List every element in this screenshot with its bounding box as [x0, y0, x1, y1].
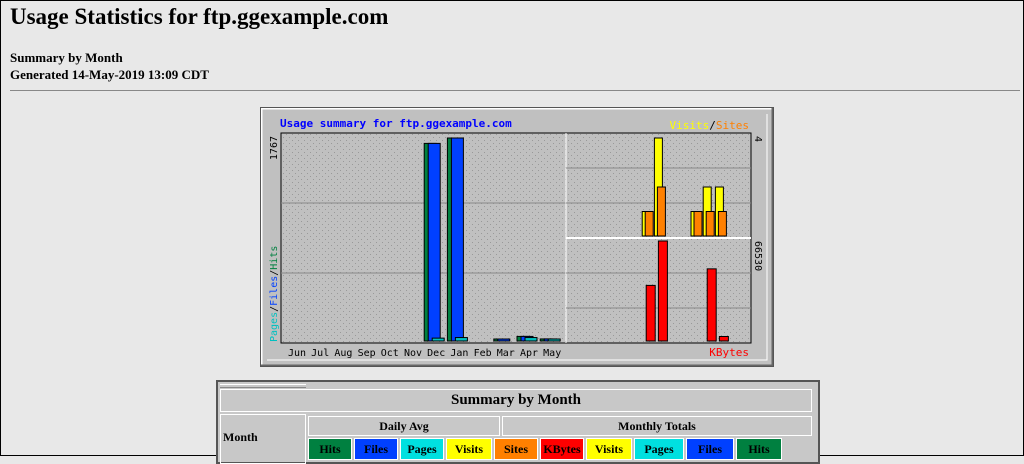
bar-files-dec	[427, 142, 441, 342]
table-corner-rule	[220, 384, 306, 388]
legend-files: Files	[269, 276, 280, 306]
column-header-hits: Hits	[308, 438, 352, 460]
daily-avg-header: Daily Avg	[308, 416, 500, 436]
column-header-files: Files	[354, 438, 398, 460]
tick-label-mar: Mar	[497, 348, 515, 359]
column-header-hits: Hits	[736, 438, 782, 460]
tick-label-aug: Aug	[334, 348, 352, 359]
svg-text:Visits/Sites: Visits/Sites	[670, 119, 750, 132]
tick-label-jul: Jul	[311, 348, 329, 359]
column-header-visits: Visits	[586, 438, 632, 460]
tick-label-dec: Dec	[427, 348, 445, 359]
tick-label-feb: Feb	[474, 348, 492, 359]
tick-label-oct: Oct	[381, 348, 399, 359]
bar-pages-apr	[524, 337, 538, 342]
legend-visits: Visits	[670, 119, 710, 132]
bar-files-jan	[450, 137, 464, 342]
bar-files-mar	[497, 338, 511, 342]
bar-sites	[693, 211, 703, 237]
bar-kbytes	[657, 240, 668, 342]
column-header-pages: Pages	[634, 438, 684, 460]
column-header-kbytes: KBytes	[540, 438, 584, 460]
bar-pages-dec	[431, 337, 445, 342]
table-title: Summary by Month	[220, 389, 812, 412]
usage-chart: Usage summary for ftp.ggexample.com Visi…	[260, 107, 774, 367]
bar-sites	[717, 211, 727, 237]
column-header-pages: Pages	[400, 438, 444, 460]
legend-pages: Pages	[269, 312, 280, 342]
right-top-axis-max-label: 4	[752, 136, 763, 142]
tick-label-apr: Apr	[520, 348, 538, 359]
monthly-totals-header: Monthly Totals	[502, 416, 812, 436]
bar-kbytes	[706, 268, 717, 342]
column-header-sites: Sites	[494, 438, 538, 460]
page-title: Usage Statistics for ftp.ggexample.com	[10, 4, 389, 29]
legend-hits: Hits	[269, 246, 280, 270]
tick-label-nov: Nov	[404, 348, 422, 359]
column-header-files: Files	[686, 438, 734, 460]
header-divider	[10, 90, 1020, 91]
bar-pages-jan	[454, 337, 468, 342]
right-bottom-axis-max-label: 66530	[752, 241, 763, 271]
right-top-legend: Visits/Sites	[670, 119, 750, 132]
month-header: Month	[220, 414, 306, 464]
chart-title: Usage summary for ftp.ggexample.com	[280, 117, 512, 130]
column-header-visits: Visits	[446, 438, 492, 460]
tick-label-sep: Sep	[358, 348, 376, 359]
bar-kbytes	[645, 284, 656, 342]
summary-table: Summary by Month Month Daily Avg Monthly…	[216, 380, 820, 464]
tick-label-jun: Jun	[288, 348, 306, 359]
bar-sites	[644, 211, 654, 237]
left-legend: Pages/Files/Hits	[269, 246, 280, 342]
left-plot-area	[280, 132, 567, 344]
bar-sites	[705, 211, 715, 237]
left-axis-max-label: 1767	[269, 136, 280, 160]
bar-kbytes	[718, 335, 729, 342]
page-subtitle: Summary by Month	[10, 50, 123, 65]
bar-pages-may	[547, 338, 561, 342]
legend-separator: /	[709, 119, 716, 132]
legend-kbytes: KBytes	[709, 346, 749, 359]
usage-chart-svg: Usage summary for ftp.ggexample.com Visi…	[261, 108, 773, 366]
legend-sites: Sites	[716, 119, 749, 132]
bar-sites	[656, 186, 666, 237]
tick-label-jan: Jan	[450, 348, 468, 359]
tick-label-may: May	[543, 348, 561, 359]
generated-timestamp: Generated 14-May-2019 13:09 CDT	[10, 67, 209, 82]
